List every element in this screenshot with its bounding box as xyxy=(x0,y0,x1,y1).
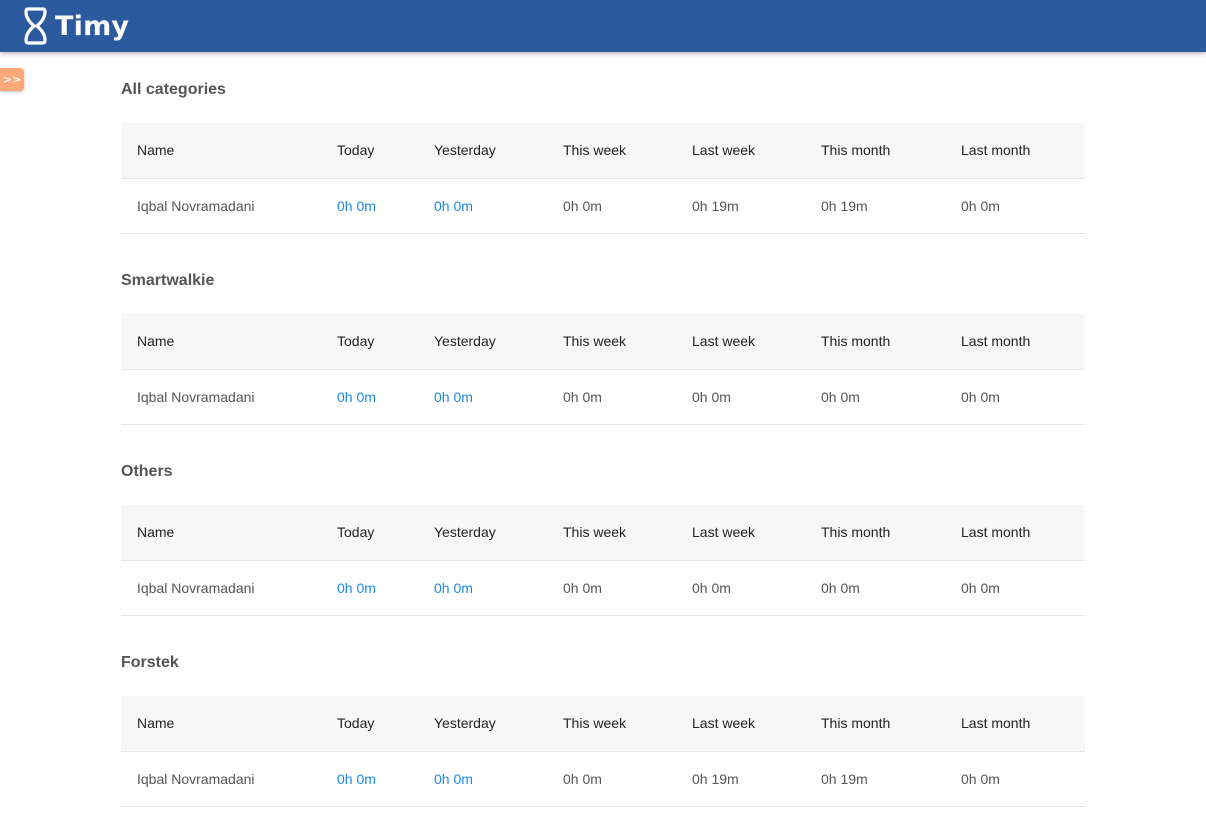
cell-last-week: 0h 19m xyxy=(676,751,805,807)
section-title: Smartwalkie xyxy=(121,272,215,289)
cell-name: Iqbal Novramadani xyxy=(121,369,321,425)
category-section-all: All categories Name Today Yesterday This… xyxy=(121,52,1085,243)
column-header-last-month[interactable]: Last month xyxy=(945,123,1085,179)
column-header-today[interactable]: Today xyxy=(321,123,418,179)
column-header-this-week[interactable]: This week xyxy=(547,314,676,370)
table-row: Iqbal Novramadani 0h 0m 0h 0m 0h 0m 0h 0… xyxy=(121,560,1085,616)
column-header-last-week[interactable]: Last week xyxy=(676,505,805,561)
section-title: Forstek xyxy=(121,654,179,671)
cell-last-month: 0h 0m xyxy=(945,560,1085,616)
cell-this-month: 0h 19m xyxy=(805,178,945,234)
column-header-today[interactable]: Today xyxy=(321,314,418,370)
category-section-smartwalkie: Smartwalkie Name Today Yesterday This we… xyxy=(121,243,1085,434)
cell-this-month: 0h 0m xyxy=(805,369,945,425)
table-row: Iqbal Novramadani 0h 0m 0h 0m 0h 0m 0h 1… xyxy=(121,178,1085,234)
cell-this-week: 0h 0m xyxy=(547,751,676,807)
cell-this-month: 0h 0m xyxy=(805,560,945,616)
cell-this-week: 0h 0m xyxy=(547,369,676,425)
cell-yesterday-link[interactable]: 0h 0m xyxy=(418,178,547,234)
table-header-row: Name Today Yesterday This week Last week… xyxy=(121,123,1085,179)
cell-today-link[interactable]: 0h 0m xyxy=(321,751,418,807)
column-header-this-month[interactable]: This month xyxy=(805,696,945,752)
cell-last-month: 0h 0m xyxy=(945,369,1085,425)
table-row: Iqbal Novramadani 0h 0m 0h 0m 0h 0m 0h 1… xyxy=(121,751,1085,807)
column-header-name[interactable]: Name xyxy=(121,314,321,370)
table-header-row: Name Today Yesterday This week Last week… xyxy=(121,505,1085,561)
cell-yesterday-link[interactable]: 0h 0m xyxy=(418,369,547,425)
section-title: Others xyxy=(121,463,173,480)
section-title: All categories xyxy=(121,81,226,98)
column-header-yesterday[interactable]: Yesterday xyxy=(418,696,547,752)
column-header-last-week[interactable]: Last week xyxy=(676,314,805,370)
cell-today-link[interactable]: 0h 0m xyxy=(321,369,418,425)
time-table: Name Today Yesterday This week Last week… xyxy=(121,123,1085,234)
cell-yesterday-link[interactable]: 0h 0m xyxy=(418,751,547,807)
column-header-last-month[interactable]: Last month xyxy=(945,505,1085,561)
column-header-name[interactable]: Name xyxy=(121,505,321,561)
cell-name: Iqbal Novramadani xyxy=(121,178,321,234)
sidebar-toggle-button[interactable]: >> xyxy=(0,68,24,91)
column-header-yesterday[interactable]: Yesterday xyxy=(418,123,547,179)
column-header-last-month[interactable]: Last month xyxy=(945,696,1085,752)
cell-name: Iqbal Novramadani xyxy=(121,560,321,616)
column-header-this-month[interactable]: This month xyxy=(805,314,945,370)
cell-last-month: 0h 0m xyxy=(945,178,1085,234)
column-header-today[interactable]: Today xyxy=(321,696,418,752)
column-header-this-week[interactable]: This week xyxy=(547,696,676,752)
column-header-name[interactable]: Name xyxy=(121,696,321,752)
cell-last-week: 0h 19m xyxy=(676,178,805,234)
cell-last-week: 0h 0m xyxy=(676,369,805,425)
column-header-last-week[interactable]: Last week xyxy=(676,123,805,179)
time-table: Name Today Yesterday This week Last week… xyxy=(121,505,1085,616)
column-header-this-week[interactable]: This week xyxy=(547,123,676,179)
column-header-yesterday[interactable]: Yesterday xyxy=(418,314,547,370)
category-section-forstek: Forstek Name Today Yesterday This week L… xyxy=(121,625,1085,816)
column-header-this-month[interactable]: This month xyxy=(805,123,945,179)
category-section-others: Others Name Today Yesterday This week La… xyxy=(121,434,1085,625)
cell-last-month: 0h 0m xyxy=(945,751,1085,807)
column-header-today[interactable]: Today xyxy=(321,505,418,561)
column-header-this-week[interactable]: This week xyxy=(547,505,676,561)
cell-name: Iqbal Novramadani xyxy=(121,751,321,807)
cell-this-month: 0h 19m xyxy=(805,751,945,807)
column-header-last-month[interactable]: Last month xyxy=(945,314,1085,370)
cell-today-link[interactable]: 0h 0m xyxy=(321,560,418,616)
cell-today-link[interactable]: 0h 0m xyxy=(321,178,418,234)
main-content: All categories Name Today Yesterday This… xyxy=(121,52,1085,816)
hourglass-logo-icon xyxy=(24,7,47,45)
app-name: Timy xyxy=(55,10,130,42)
cell-last-week: 0h 0m xyxy=(676,560,805,616)
table-header-row: Name Today Yesterday This week Last week… xyxy=(121,696,1085,752)
time-table: Name Today Yesterday This week Last week… xyxy=(121,314,1085,425)
cell-yesterday-link[interactable]: 0h 0m xyxy=(418,560,547,616)
cell-this-week: 0h 0m xyxy=(547,560,676,616)
cell-this-week: 0h 0m xyxy=(547,178,676,234)
column-header-yesterday[interactable]: Yesterday xyxy=(418,505,547,561)
column-header-last-week[interactable]: Last week xyxy=(676,696,805,752)
brand-link[interactable]: Timy xyxy=(22,7,129,45)
top-navbar: Timy xyxy=(0,0,1206,52)
column-header-this-month[interactable]: This month xyxy=(805,505,945,561)
table-row: Iqbal Novramadani 0h 0m 0h 0m 0h 0m 0h 0… xyxy=(121,369,1085,425)
column-header-name[interactable]: Name xyxy=(121,123,321,179)
time-table: Name Today Yesterday This week Last week… xyxy=(121,696,1085,807)
table-header-row: Name Today Yesterday This week Last week… xyxy=(121,314,1085,370)
